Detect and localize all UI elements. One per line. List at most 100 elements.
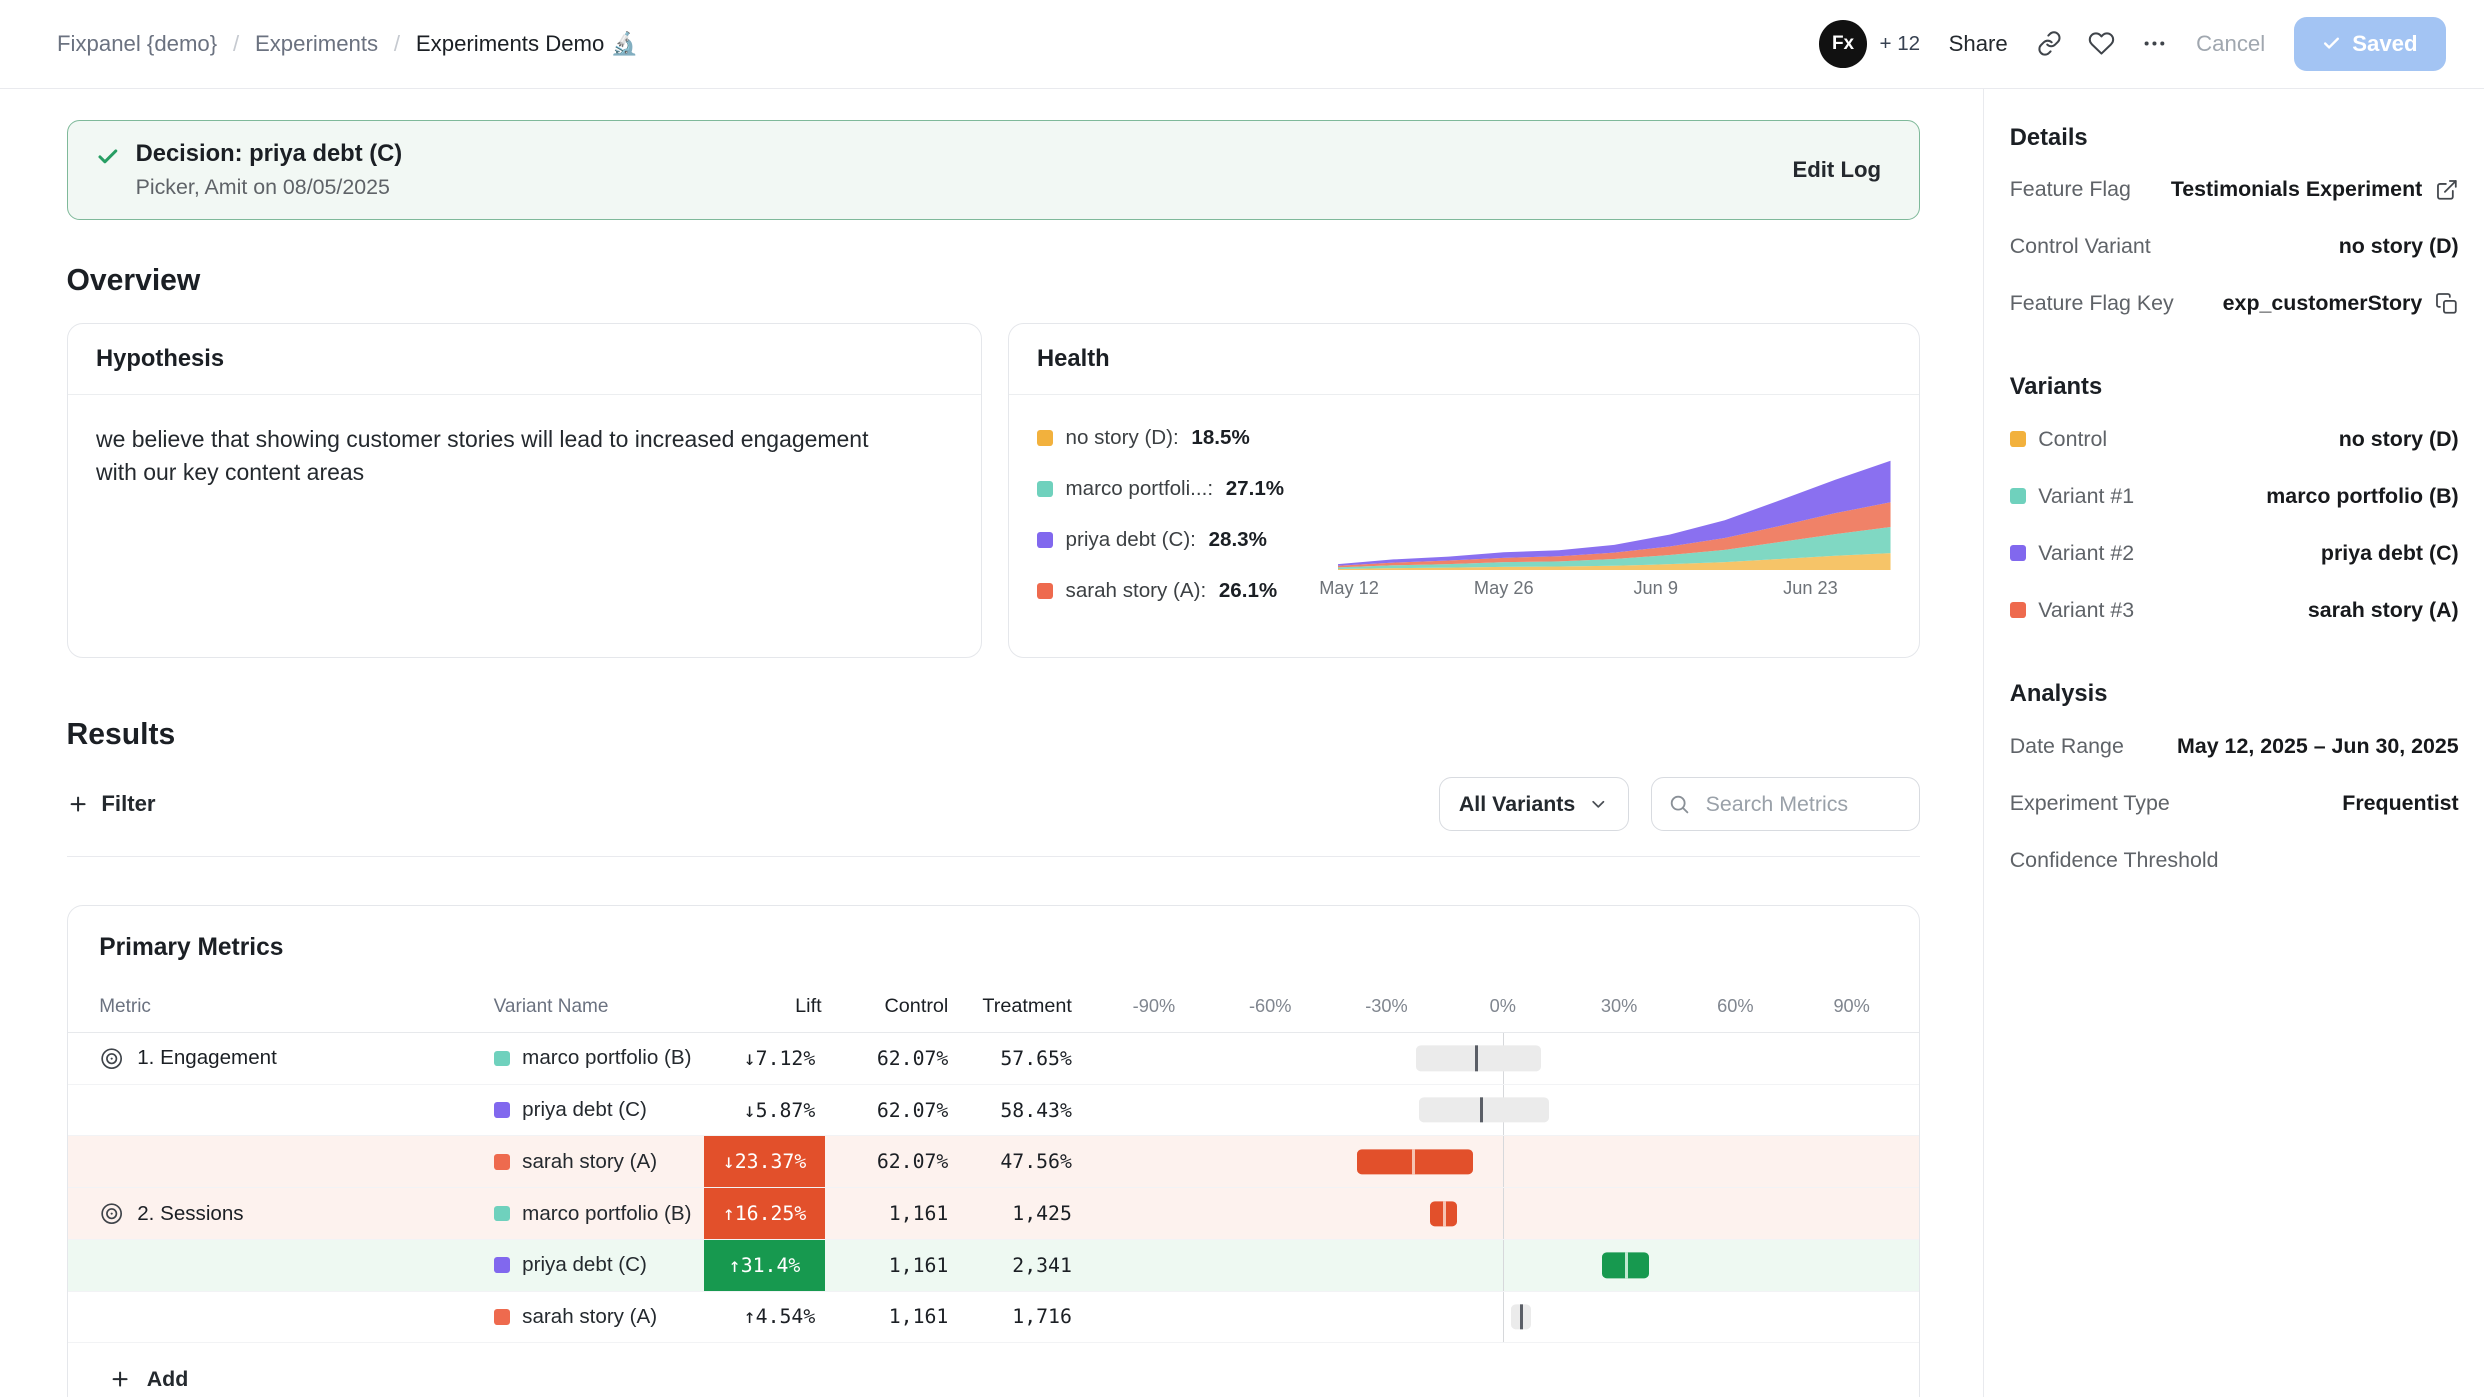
detail-label: Feature Flag [2010,177,2131,202]
analysis-value: May 12, 2025 – Jun 30, 2025 [2177,734,2459,759]
breadcrumb-current-experiment[interactable]: Experiments Demo 🔬 [416,31,638,57]
chart-x-tick-label: Jun 23 [1783,578,1838,599]
variants-heading: Variants [2010,373,2459,401]
breadcrumb-separator: / [233,31,239,57]
external-link-icon[interactable] [2435,178,2459,202]
metric-name: 1. Engagement [137,1046,277,1070]
lift-value: ↓23.37% [704,1136,824,1187]
analysis-label: Date Range [2010,734,2124,759]
metric-table-row[interactable]: 2. Sessionsmarco portfolio (B)↑16.25%1,1… [68,1188,1920,1240]
variant-value: no story (D) [2339,427,2459,452]
variant-name: sarah story (A) [522,1305,657,1329]
copy-icon[interactable] [2435,292,2459,316]
breadcrumb-experiments[interactable]: Experiments [255,31,378,57]
decision-byline: Picker, Amit on 08/05/2025 [136,175,403,200]
variant-color-swatch [2010,545,2026,561]
control-value: 1,161 [825,1188,952,1239]
legend-label: no story (D): [1066,426,1179,450]
variant-cell: priya debt (C) [494,1085,705,1136]
legend-color-swatch [1037,481,1053,497]
legend-value: 27.1% [1226,477,1284,501]
saved-button[interactable]: Saved [2294,17,2446,72]
health-legend-item: priya debt (C): 28.3% [1037,528,1319,552]
metric-table-row[interactable]: 1. Engagementmarco portfolio (B)↓7.12%62… [68,1033,1920,1085]
variant-row: Control no story (D) [2010,411,2459,468]
legend-color-swatch [1037,583,1053,599]
add-metric-button[interactable]: Add [68,1343,1920,1397]
variant-cell: sarah story (A) [494,1292,705,1343]
analysis-heading: Analysis [2010,680,2459,708]
variant-color-swatch [494,1206,510,1222]
variant-label-text: Variant #2 [2038,541,2134,566]
primary-metrics-card: Primary Metrics Metric Variant Name Lift… [67,905,1921,1397]
metric-table-row[interactable]: priya debt (C)↑31.4%1,1612,341 [68,1240,1920,1292]
legend-label: sarah story (A): [1066,579,1207,603]
variant-name: priya debt (C) [522,1098,647,1122]
experiments-page: Fixpanel {demo} / Experiments / Experime… [0,0,2484,1397]
variant-cell: sarah story (A) [494,1136,705,1187]
metric-table-row[interactable]: sarah story (A)↑4.54%1,1611,716 [68,1292,1920,1344]
variant-label: Control [2010,427,2107,452]
control-value: 1,161 [825,1292,952,1343]
more-options-icon[interactable] [2141,30,2168,57]
avatar[interactable]: Fx [1819,20,1867,68]
decision-check-icon [96,145,120,169]
copy-link-icon[interactable] [2036,30,2063,57]
axis-tick-label: -90% [1133,996,1176,1017]
variant-row: Variant #1marco portfolio (B) [2010,468,2459,525]
share-button[interactable]: Share [1945,25,2010,64]
legend-value: 26.1% [1219,579,1277,603]
favorite-heart-icon[interactable] [2088,30,2115,57]
analysis-value-text: Frequentist [2342,791,2458,816]
variant-label: Variant #3 [2010,598,2134,623]
hypothesis-text: we believe that showing customer stories… [68,395,933,519]
confidence-interval-cell [1075,1188,1919,1239]
variants-dropdown[interactable]: All Variants [1439,777,1629,831]
treatment-value: 47.56% [951,1136,1075,1187]
edit-log-button[interactable]: Edit Log [1783,155,1891,184]
plus-icon [67,793,89,815]
avatar-overflow-count[interactable]: + 12 [1879,32,1920,56]
variant-row: Variant #2 priya debt (C) [2010,525,2459,582]
search-metrics-input[interactable] [1702,790,1903,818]
metric-cell [68,1240,494,1291]
variant-color-swatch [2010,488,2026,504]
metric-name: 2. Sessions [137,1202,243,1226]
lift-value: ↑16.25% [704,1188,824,1239]
filter-button-label: Filter [101,791,155,817]
variant-value: sarah story (A) [2308,598,2459,623]
health-legend-item: no story (D): 18.5% [1037,426,1319,450]
analysis-label: Experiment Type [2010,791,2170,816]
axis-tick-label: 60% [1717,996,1753,1017]
analysis-value-text: May 12, 2025 – Jun 30, 2025 [2177,734,2459,759]
lift-axis: -90%-60%-30%0%30%60%90% [1075,981,1919,1032]
chevron-down-icon [1588,794,1609,815]
variant-value: priya debt (C) [2321,541,2459,566]
variant-color-swatch [494,1051,510,1067]
control-value: 1,161 [825,1240,952,1291]
analysis-row: Confidence Threshold [2010,832,2459,889]
health-area-chart [1338,456,1891,570]
analysis-row: Date Range May 12, 2025 – Jun 30, 2025 [2010,718,2459,775]
breadcrumb-project[interactable]: Fixpanel {demo} [57,31,217,57]
metric-table-row[interactable]: priya debt (C)↓5.87%62.07%58.43% [68,1085,1920,1137]
legend-value: 18.5% [1191,426,1249,450]
lift-value: ↓7.12% [704,1033,824,1084]
variant-name: sarah story (A) [522,1150,657,1174]
column-lift: Lift [704,981,824,1032]
overview-heading: Overview [67,264,1921,298]
cancel-button[interactable]: Cancel [2193,25,2268,64]
add-filter-button[interactable]: Filter [67,782,169,827]
detail-value: Testimonials Experiment [2171,177,2459,202]
analysis-value: Frequentist [2342,791,2458,816]
variant-rows: Control no story (D) Variant #1marco portf… [2010,411,2459,639]
check-icon [2322,34,2341,53]
treatment-value: 58.43% [951,1085,1075,1136]
lift-value: ↑4.54% [704,1292,824,1343]
axis-tick-label: 90% [1833,996,1869,1017]
metric-table-row[interactable]: sarah story (A)↓23.37%62.07%47.56% [68,1136,1920,1188]
breadcrumb-separator: / [394,31,400,57]
control-value: 62.07% [825,1033,952,1084]
metric-goal-icon [99,1201,124,1226]
search-metrics-box [1651,777,1920,831]
